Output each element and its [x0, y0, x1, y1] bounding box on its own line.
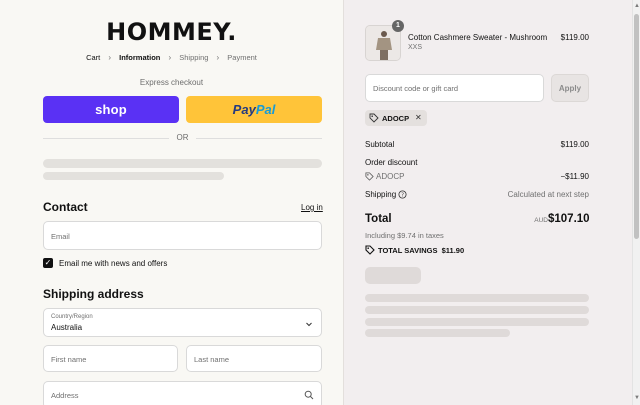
loading-skeleton — [365, 329, 510, 337]
order-discount-row: Order discount — [365, 158, 589, 167]
check-icon: ✓ — [44, 258, 52, 267]
store-logo[interactable]: HOMMEY. — [0, 18, 343, 46]
loading-skeleton — [365, 306, 589, 314]
chevron-right-icon: › — [108, 53, 112, 62]
breadcrumb-information: Information — [119, 53, 161, 62]
svg-text:?: ? — [401, 193, 404, 199]
newsletter-checkbox[interactable]: ✓ — [43, 258, 53, 268]
chevron-down-icon — [306, 322, 312, 327]
product-variant: XXS — [408, 44, 423, 51]
chevron-right-icon: › — [168, 53, 172, 62]
close-icon[interactable]: ✕ — [415, 113, 422, 122]
help-circle-icon[interactable]: ? — [398, 190, 407, 199]
discount-placeholder: Discount code or gift card — [373, 84, 459, 93]
newsletter-label[interactable]: Email me with news and offers — [59, 259, 167, 268]
breadcrumb-cart[interactable]: Cart — [86, 53, 100, 62]
scroll-down-icon[interactable]: ▼ — [634, 395, 640, 401]
country-value: Australia — [51, 323, 83, 332]
contact-heading: Contact — [43, 200, 88, 214]
shipping-value: Calculated at next step — [507, 190, 589, 199]
subtotal-label: Subtotal — [365, 140, 395, 149]
tag-icon — [365, 172, 374, 181]
loading-skeleton — [365, 294, 589, 302]
shop-pay-button[interactable]: shop — [43, 96, 179, 123]
page-scrollbar[interactable]: ▲ ▼ — [632, 0, 640, 405]
loading-skeleton — [43, 172, 224, 180]
quantity-badge: 1 — [392, 20, 404, 32]
shop-pay-logo-text: shop — [95, 102, 127, 117]
discount-code-input[interactable]: Discount code or gift card — [365, 74, 544, 102]
breadcrumb-shipping: Shipping — [179, 53, 209, 62]
paypal-logo-part1: Pay — [232, 102, 256, 117]
first-name-placeholder: First name — [51, 355, 87, 364]
subtotal-row: Subtotal $119.00 — [365, 140, 589, 149]
shipping-row: Shipping ? Calculated at next step — [365, 190, 589, 199]
shipping-label: Shipping — [365, 190, 397, 199]
search-icon — [304, 390, 314, 400]
scroll-up-icon[interactable]: ▲ — [634, 3, 640, 9]
tag-icon — [369, 113, 379, 123]
tag-icon — [365, 245, 375, 255]
breadcrumb: Cart › Information › Shipping › Payment — [0, 53, 343, 62]
country-select[interactable]: Country/Region Australia — [43, 308, 322, 337]
address-placeholder: Address — [51, 391, 79, 400]
taxes-note: Including $9.74 in taxes — [365, 231, 444, 240]
express-checkout-label: Express checkout — [139, 78, 204, 87]
product-price: $119.00 — [560, 33, 589, 42]
loading-skeleton — [365, 318, 589, 326]
checkout-main: HOMMEY. Cart › Information › Shipping › … — [0, 0, 343, 405]
savings-label: TOTAL SAVINGS — [378, 246, 438, 255]
scrollbar-thumb[interactable] — [634, 14, 639, 239]
email-placeholder: Email — [51, 232, 70, 241]
or-divider: OR — [43, 133, 322, 143]
applied-discount-code: ADOCP — [382, 114, 410, 123]
savings-value: $11.90 — [441, 246, 465, 255]
last-name-field[interactable]: Last name — [186, 345, 322, 372]
first-name-field[interactable]: First name — [43, 345, 178, 372]
total-currency: AUD — [534, 217, 548, 224]
shipping-address-heading: Shipping address — [43, 287, 144, 301]
product-name: Cotton Cashmere Sweater - Mushroom — [408, 33, 548, 42]
discount-code-label: ADOCP — [376, 172, 405, 181]
log-in-link[interactable]: Log in — [301, 203, 323, 212]
paypal-logo-part2: Pal — [255, 102, 276, 117]
subtotal-value: $119.00 — [560, 140, 589, 149]
last-name-placeholder: Last name — [194, 355, 230, 364]
total-savings: TOTAL SAVINGS $11.90 — [365, 245, 464, 255]
applied-discount-chip: ADOCP ✕ — [365, 110, 427, 126]
address-field[interactable]: Address — [43, 381, 322, 405]
divider-line — [196, 138, 322, 139]
paypal-button[interactable]: Pay Pal — [186, 96, 322, 123]
breadcrumb-payment: Payment — [227, 53, 257, 62]
apply-discount-button[interactable]: Apply — [551, 74, 589, 102]
loading-skeleton — [365, 267, 421, 284]
loading-skeleton — [43, 159, 322, 168]
discount-value: −$11.90 — [560, 172, 589, 181]
email-field[interactable]: Email — [43, 221, 322, 250]
country-label: Country/Region — [51, 314, 93, 320]
chevron-right-icon: › — [216, 53, 220, 62]
total-value: $107.10 — [548, 213, 590, 225]
order-discount-label: Order discount — [365, 158, 418, 167]
total-label: Total — [365, 213, 392, 225]
